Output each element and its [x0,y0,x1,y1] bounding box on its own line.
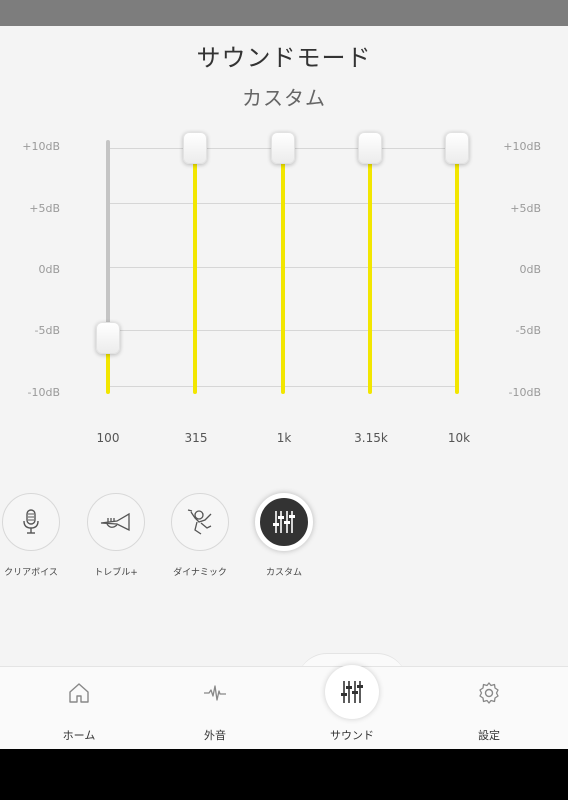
freq-label-3-15k: 3.15k [354,431,388,445]
tab-bar: ホーム 外音 サウンド 設定 [0,666,568,749]
mode-treble-plus[interactable]: トレブル+ [71,493,161,578]
dynamic-person-icon [187,509,212,535]
equalizer: +10dB +5dB 0dB -5dB -10dB +10dB +5dB 0dB… [0,120,568,460]
eq-slider-thumb-10k[interactable] [445,132,469,164]
tab-label: 設定 [478,729,500,742]
db-label-right-plus5: +5dB [510,202,541,215]
trumpet-icon [100,512,130,532]
gear-icon [479,682,499,704]
mode-custom[interactable]: カスタム [239,493,329,578]
db-label-left-minus5: -5dB [34,324,61,337]
mode-clear-voice[interactable]: クリアボイス [0,493,76,578]
eq-track-active-3-15k[interactable] [368,148,372,394]
tab-label: 外音 [204,729,226,742]
eq-slider-thumb-315[interactable] [183,132,207,164]
db-label-right-plus10: +10dB [503,140,541,153]
page-title: サウンドモード [196,44,372,72]
eq-track-active-10k[interactable] [455,148,459,394]
freq-label-1k: 1k [276,431,292,445]
eq-slider-thumb-1k[interactable] [271,132,295,164]
mode-dynamic[interactable]: ダイナミック [155,493,245,578]
eq-track-active-315[interactable] [193,148,197,394]
tab-label: サウンド [330,729,374,742]
db-label-right-minus5: -5dB [515,324,542,337]
tab-sound-active-indicator[interactable] [325,665,379,719]
sliders-icon [273,511,295,533]
bottom-black-bar [0,749,568,800]
page-subtitle: カスタム [242,86,326,110]
status-bar [0,0,568,26]
mode-label: クリアボイス [4,568,58,578]
db-label-left-minus10: -10dB [27,386,61,399]
sliders-icon [341,681,363,703]
home-icon [69,683,89,703]
eq-track-inactive-100[interactable] [106,140,110,339]
mode-custom-button[interactable] [255,493,313,551]
microphone-icon [23,509,39,534]
tab-ambient[interactable]: 外音 [165,667,265,750]
db-label-right-0: 0dB [519,263,541,276]
freq-label-315: 315 [184,431,208,445]
mode-label: カスタム [265,568,302,578]
db-label-left-plus10: +10dB [22,140,60,153]
mode-dynamic-button[interactable] [171,493,229,551]
db-label-left-plus5: +5dB [29,202,60,215]
mode-label: トレブル+ [94,568,138,578]
eq-track-active-1k[interactable] [281,148,285,394]
db-label-left-0: 0dB [38,263,60,276]
freq-label-100: 100 [96,431,120,445]
tab-settings[interactable]: 設定 [439,667,539,750]
tab-home[interactable]: ホーム [29,667,129,750]
eq-slider-thumb-100[interactable] [96,322,120,355]
db-label-right-minus10: -10dB [508,386,542,399]
eq-slider-thumb-3-15k[interactable] [358,132,382,164]
mode-treble-plus-button[interactable] [87,493,145,551]
mode-label: ダイナミック [173,568,227,578]
waveform-icon [204,685,226,701]
tab-label: ホーム [62,729,96,742]
freq-label-10k: 10k [447,431,471,445]
mode-clear-voice-button[interactable] [2,493,60,551]
